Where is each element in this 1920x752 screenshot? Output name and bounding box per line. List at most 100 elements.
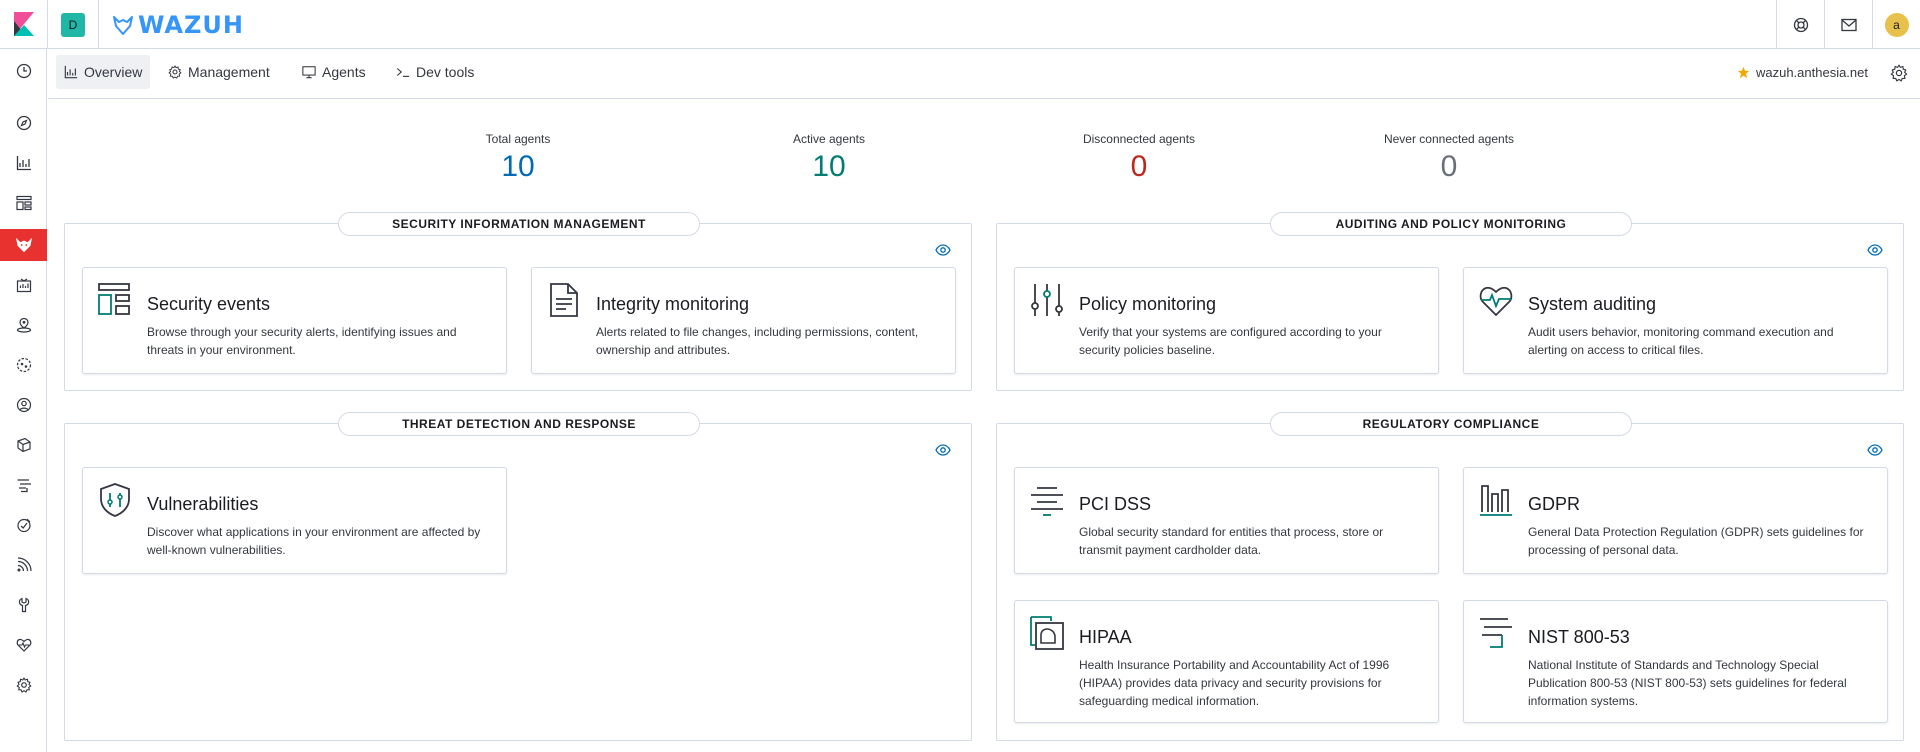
wazuh-logo[interactable]: WAZUH: [112, 11, 244, 39]
card-hipaa[interactable]: HIPAA Health Insurance Portability and A…: [1014, 600, 1439, 723]
card-system-auditing[interactable]: System auditing Audit users behavior, mo…: [1463, 267, 1888, 374]
nav-dev-tools[interactable]: [0, 589, 47, 621]
panel-security-information-management: SECURITY INFORMATION MANAGEMENT Security…: [64, 212, 972, 391]
heartbeat-icon: [1479, 286, 1513, 317]
shield-icon: [100, 483, 130, 517]
panel-title: THREAT DETECTION AND RESPONSE: [338, 412, 700, 436]
stat-label: Active agents: [792, 132, 866, 146]
card-description: National Institute of Standards and Tech…: [1528, 658, 1847, 708]
heartbeat-icon: [16, 638, 31, 652]
panel-regulatory-compliance: REGULATORY COMPLIANCE PCI DSS Global sec…: [996, 412, 1904, 741]
stat-value: 0: [1130, 150, 1148, 183]
stat-total-agents[interactable]: Total agents 10: [368, 132, 668, 184]
card-title: PCI DSS: [1079, 494, 1152, 514]
nav-siem[interactable]: [0, 549, 47, 581]
lines-stack-icon: [1031, 487, 1063, 516]
eye-icon[interactable]: [935, 244, 951, 256]
nav-discover[interactable]: [0, 107, 47, 139]
stat-active-agents[interactable]: Active agents 10: [679, 132, 979, 184]
stat-label: Disconnected agents: [1082, 132, 1196, 146]
card-title: Security events: [147, 294, 271, 314]
tab-label: Dev tools: [416, 64, 475, 80]
machine-learning-icon: [16, 357, 31, 373]
monitor-icon: [302, 66, 316, 79]
header-divider: [47, 0, 48, 49]
card-description: Browse through your security alerts, ide…: [147, 325, 457, 357]
sliders-icon: [1031, 284, 1063, 316]
panel-title: REGULATORY COMPLIANCE: [1270, 412, 1632, 436]
card-nist-800-53[interactable]: NIST 800-53 National Institute of Standa…: [1463, 600, 1888, 723]
eye-icon[interactable]: [935, 444, 951, 456]
tab-overview[interactable]: Overview: [56, 55, 151, 89]
stat-value: 10: [812, 150, 846, 183]
top-header: D WAZUH a: [0, 0, 1920, 49]
gear-icon: [1890, 64, 1908, 82]
kibana-logo-icon[interactable]: [14, 12, 34, 36]
maps-icon: [16, 317, 31, 333]
stat-disconnected-agents[interactable]: Disconnected agents 0: [989, 132, 1289, 184]
settings-button[interactable]: [1890, 64, 1908, 87]
nav-apm[interactable]: [0, 469, 47, 501]
api-selector[interactable]: wazuh.anthesia.net: [1737, 65, 1868, 80]
wazuh-wolf-icon: [113, 16, 133, 35]
eye-icon[interactable]: [1867, 444, 1883, 456]
tab-agents[interactable]: Agents: [294, 55, 374, 89]
card-integrity-monitoring[interactable]: Integrity monitoring Alerts related to f…: [531, 267, 956, 374]
header-divider: [98, 0, 99, 49]
nav-dashboard[interactable]: [0, 187, 47, 219]
api-host-label: wazuh.anthesia.net: [1755, 65, 1868, 80]
tab-dev-tools[interactable]: Dev tools: [388, 55, 482, 89]
user-avatar: a: [1884, 12, 1909, 37]
visualize-chart-icon: [64, 65, 78, 79]
wazuh-menu-bar: Overview Management Agents Dev tools waz…: [48, 49, 1920, 99]
tab-label: Agents: [322, 64, 366, 80]
card-title: Vulnerabilities: [147, 494, 259, 514]
card-security-events[interactable]: Security events Browse through your secu…: [82, 267, 507, 374]
wazuh-wolf-icon: [15, 237, 32, 253]
document-copy-icon: [1030, 616, 1064, 650]
help-button[interactable]: [1776, 0, 1824, 49]
help-lifebuoy-icon: [1793, 17, 1808, 32]
card-title: Policy monitoring: [1079, 294, 1217, 314]
stat-never-connected-agents[interactable]: Never connected agents 0: [1299, 132, 1599, 184]
card-vulnerabilities[interactable]: Vulnerabilities Discover what applicatio…: [82, 467, 507, 574]
nav-monitoring[interactable]: [0, 629, 47, 661]
nav-wazuh[interactable]: [0, 229, 47, 261]
stat-value: 0: [1440, 150, 1458, 183]
card-title: Integrity monitoring: [596, 294, 750, 314]
signal-icon: [17, 557, 32, 572]
card-gdpr[interactable]: GDPR General Data Protection Regulation …: [1463, 467, 1888, 574]
nav-recent[interactable]: [0, 55, 47, 87]
newsfeed-button[interactable]: [1824, 0, 1872, 49]
uptime-icon: [16, 518, 31, 533]
nav-logs[interactable]: [0, 429, 47, 461]
card-pci-dss[interactable]: PCI DSS Global security standard for ent…: [1014, 467, 1439, 574]
clock-icon: [16, 63, 31, 79]
apm-icon: [1480, 618, 1512, 648]
card-title: GDPR: [1528, 494, 1581, 514]
nav-users[interactable]: [0, 389, 47, 421]
nav-maps[interactable]: [0, 309, 47, 341]
nav-management[interactable]: [0, 669, 47, 701]
nav-ml[interactable]: [0, 349, 47, 381]
nav-canvas[interactable]: [0, 269, 47, 301]
bar-chart-icon: [1480, 485, 1512, 516]
tab-management[interactable]: Management: [160, 55, 278, 89]
card-description: General Data Protection Regulation (GDPR…: [1528, 525, 1864, 557]
compass-icon: [16, 115, 31, 131]
user-menu-button[interactable]: a: [1872, 0, 1920, 49]
nav-visualize[interactable]: [0, 147, 47, 179]
panel-title: SECURITY INFORMATION MANAGEMENT: [338, 212, 700, 236]
card-policy-monitoring[interactable]: Policy monitoring Verify that your syste…: [1014, 267, 1439, 374]
card-title: System auditing: [1528, 294, 1657, 314]
panel-title: AUDITING AND POLICY MONITORING: [1270, 212, 1632, 236]
visualize-chart-icon: [16, 156, 31, 171]
card-description: Global security standard for entities th…: [1079, 525, 1384, 557]
space-avatar[interactable]: D: [61, 13, 85, 37]
eye-icon[interactable]: [1867, 244, 1883, 256]
tab-label: Overview: [84, 64, 143, 80]
star-icon: [1737, 66, 1750, 79]
gear-icon: [16, 677, 31, 693]
nav-uptime[interactable]: [0, 509, 47, 541]
mail-icon: [1840, 18, 1857, 31]
